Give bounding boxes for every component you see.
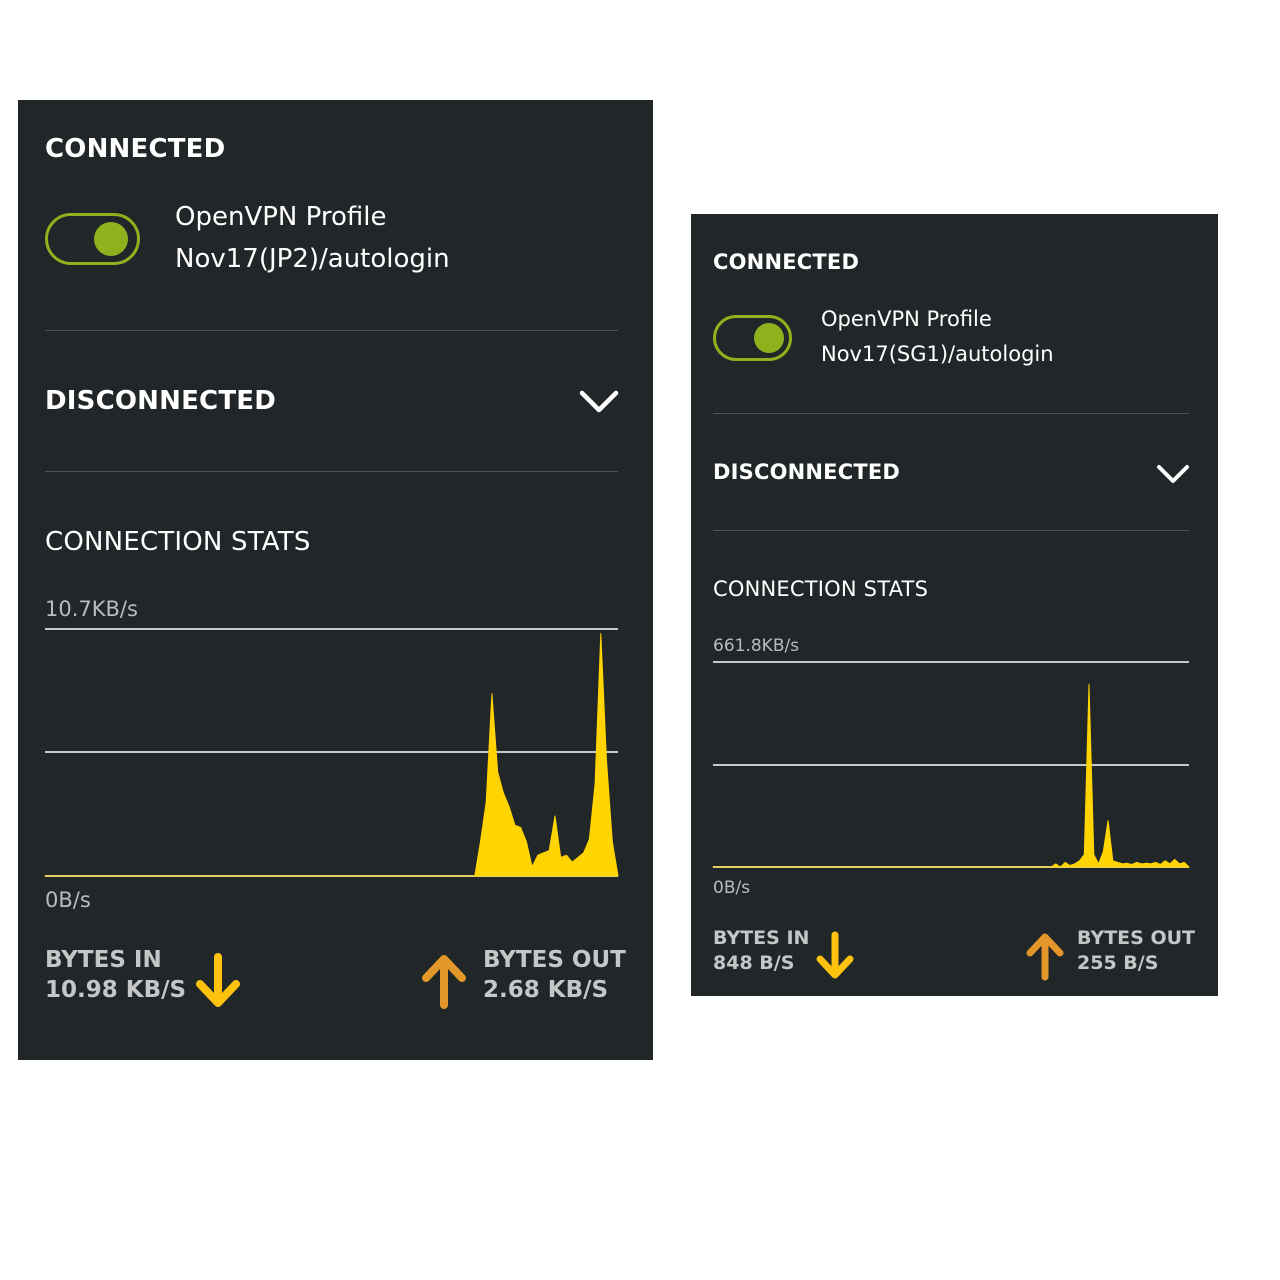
chevron-down-icon[interactable]	[579, 389, 619, 415]
bytes-out-block: BYTES OUT 2.68 KB/S	[483, 946, 626, 1006]
vpn-panel-right: CONNECTED OpenVPN Profile Nov17(SG1)/aut…	[691, 214, 1218, 996]
traffic-area-series-0	[44, 633, 619, 877]
arrow-down-icon	[196, 953, 240, 1007]
traffic-chart	[712, 683, 1190, 868]
bytes-in-label: BYTES IN	[45, 947, 162, 973]
profile-name: OpenVPN Profile	[175, 202, 387, 232]
disconnected-heading: DISCONNECTED	[45, 386, 277, 416]
traffic-area-series-0	[712, 683, 1190, 868]
bytes-out-value: 255 B/S	[1077, 951, 1159, 974]
divider	[713, 530, 1189, 531]
bytes-in-value: 848 B/S	[713, 951, 795, 974]
vpn-panel-left: CONNECTED OpenVPN Profile Nov17(JP2)/aut…	[18, 100, 653, 1060]
connection-stats-heading: CONNECTION STATS	[713, 577, 929, 601]
toggle-knob	[754, 323, 784, 353]
connection-toggle[interactable]	[45, 213, 140, 265]
bytes-out-value: 2.68 KB/S	[483, 976, 609, 1003]
chart-max-label: 661.8KB/s	[713, 636, 800, 656]
arrow-up-icon	[1026, 933, 1064, 981]
profile-name: OpenVPN Profile	[821, 307, 992, 331]
connection-toggle[interactable]	[713, 315, 792, 361]
bytes-in-label: BYTES IN	[713, 927, 810, 949]
profile-id: Nov17(SG1)/autologin	[821, 342, 1054, 366]
divider	[45, 330, 618, 331]
connected-heading: CONNECTED	[713, 250, 860, 274]
chart-min-label: 0B/s	[713, 878, 751, 898]
divider	[45, 471, 618, 472]
toggle-knob	[94, 222, 128, 256]
divider	[713, 413, 1189, 414]
connection-stats-heading: CONNECTION STATS	[45, 527, 311, 557]
arrow-down-icon	[816, 931, 854, 979]
arrow-up-icon	[422, 955, 466, 1009]
connected-heading: CONNECTED	[45, 134, 226, 164]
profile-id: Nov17(JP2)/autologin	[175, 244, 450, 274]
bytes-out-label: BYTES OUT	[483, 947, 626, 973]
bytes-in-block: BYTES IN 10.98 KB/S	[45, 946, 186, 1006]
bytes-out-block: BYTES OUT 255 B/S	[1077, 926, 1195, 975]
chart-max-label: 10.7KB/s	[45, 597, 138, 621]
bytes-in-value: 10.98 KB/S	[45, 976, 187, 1003]
disconnected-heading: DISCONNECTED	[713, 460, 901, 484]
bytes-in-block: BYTES IN 848 B/S	[713, 926, 809, 975]
bytes-out-label: BYTES OUT	[1077, 927, 1195, 949]
chart-min-label: 0B/s	[45, 888, 91, 912]
chevron-down-icon[interactable]	[1156, 463, 1190, 485]
traffic-chart	[44, 633, 619, 877]
